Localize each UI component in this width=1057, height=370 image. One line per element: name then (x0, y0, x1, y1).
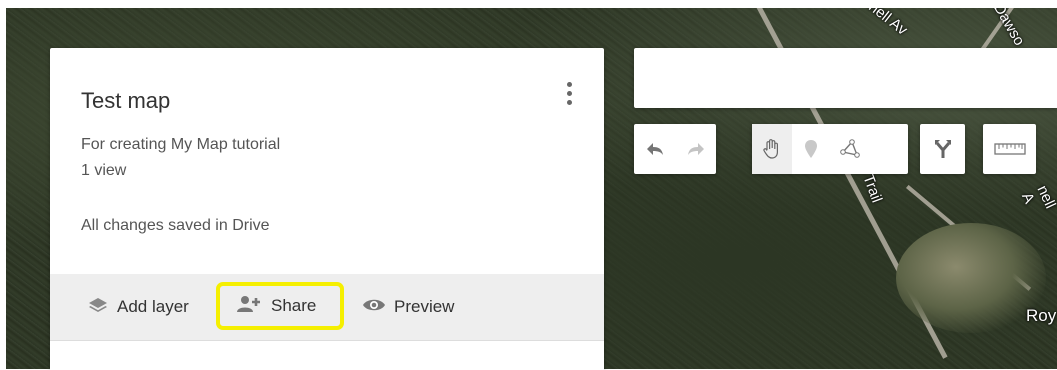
view-count: 1 view (81, 162, 127, 179)
add-person-icon (237, 295, 263, 318)
preview-label: Preview (394, 297, 455, 316)
eye-icon (362, 297, 386, 318)
add-directions-button[interactable] (920, 124, 965, 174)
redo-button[interactable] (675, 124, 716, 174)
hand-icon (763, 139, 778, 159)
draw-line-button[interactable] (830, 124, 870, 174)
add-layer-label: Add layer (117, 297, 189, 316)
map-street-label: nell Av (865, 8, 911, 39)
redo-icon (687, 143, 704, 155)
preview-button[interactable]: Preview (362, 274, 454, 340)
measure-distance-button[interactable] (983, 124, 1036, 174)
panel-action-bar: Add layer Share Preview (50, 274, 604, 340)
layers-icon (87, 296, 109, 319)
add-marker-button[interactable] (792, 124, 830, 174)
map-title[interactable]: Test map (81, 88, 170, 114)
map-clearing (896, 223, 1046, 333)
layer-list-row[interactable] (50, 340, 604, 370)
map-street-label: nell A (1018, 182, 1057, 212)
add-layer-button[interactable]: Add layer (87, 274, 217, 340)
undo-icon (646, 143, 663, 155)
select-pan-tool-button[interactable] (752, 124, 792, 174)
undo-button[interactable] (634, 124, 675, 174)
directions-icon (934, 140, 951, 158)
share-label: Share (271, 296, 317, 315)
marker-icon (805, 140, 817, 158)
more-options-icon[interactable] (561, 82, 577, 112)
measure-group (983, 124, 1036, 174)
directions-group (920, 124, 965, 174)
map-place-label: Roy (1026, 306, 1057, 325)
share-button[interactable]: Share (216, 282, 344, 330)
ruler-icon (993, 143, 1026, 155)
save-status: All changes saved in Drive (81, 217, 270, 234)
undo-redo-group (634, 124, 716, 174)
map-description[interactable]: For creating My Map tutorial (81, 136, 280, 154)
map-details-panel: Test map For creating My Map tutorial 1 … (50, 48, 604, 370)
search-input[interactable] (634, 48, 1057, 108)
drawing-tools-group (752, 124, 908, 174)
draw-line-icon (840, 139, 860, 158)
